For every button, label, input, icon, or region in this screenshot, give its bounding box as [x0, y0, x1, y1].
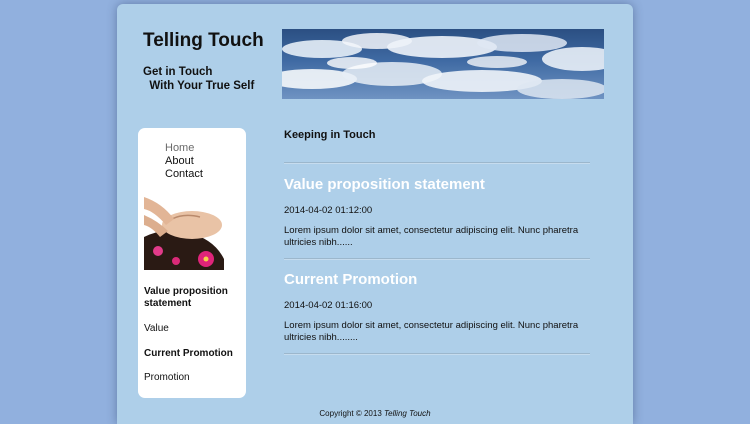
post-excerpt: Lorem ipsum dolor sit amet, consectetur … [284, 225, 579, 248]
site-tagline: Get in Touch With Your True Self [143, 66, 255, 92]
site-title[interactable]: Telling Touch [143, 30, 264, 52]
sidebar-link-promotion[interactable]: Promotion [144, 372, 190, 383]
nav-item-about[interactable]: About [165, 155, 194, 167]
nav-item-home[interactable]: Home [165, 142, 194, 154]
footer-brand: Telling Touch [384, 409, 431, 418]
divider [284, 162, 590, 164]
sidebar-heading-value: Value proposition statement [144, 286, 228, 309]
post-title-value[interactable]: Value proposition statement [284, 176, 485, 193]
post-date: 2014-04-02 01:12:00 [284, 205, 373, 216]
nav-item-contact[interactable]: Contact [165, 168, 203, 180]
post-date: 2014-04-02 01:16:00 [284, 300, 373, 311]
sky-banner-image [282, 29, 604, 99]
divider [284, 258, 590, 260]
footer: Copyright © 2013 Telling Touch [117, 409, 633, 418]
section-heading: Keeping in Touch [284, 129, 376, 141]
sidebar: Home About Contact Value proposition sta… [138, 128, 246, 398]
sidebar-link-value[interactable]: Value [144, 323, 169, 334]
sidebar-heading-promotion: Current Promotion [144, 348, 233, 359]
post-title-promotion[interactable]: Current Promotion [284, 271, 417, 288]
divider [284, 353, 590, 355]
massage-photo [144, 189, 224, 270]
page-container: Telling Touch Get in Touch With Your Tru… [117, 4, 633, 424]
footer-copyright: Copyright © 2013 [319, 409, 382, 418]
post-excerpt: Lorem ipsum dolor sit amet, consectetur … [284, 320, 579, 343]
